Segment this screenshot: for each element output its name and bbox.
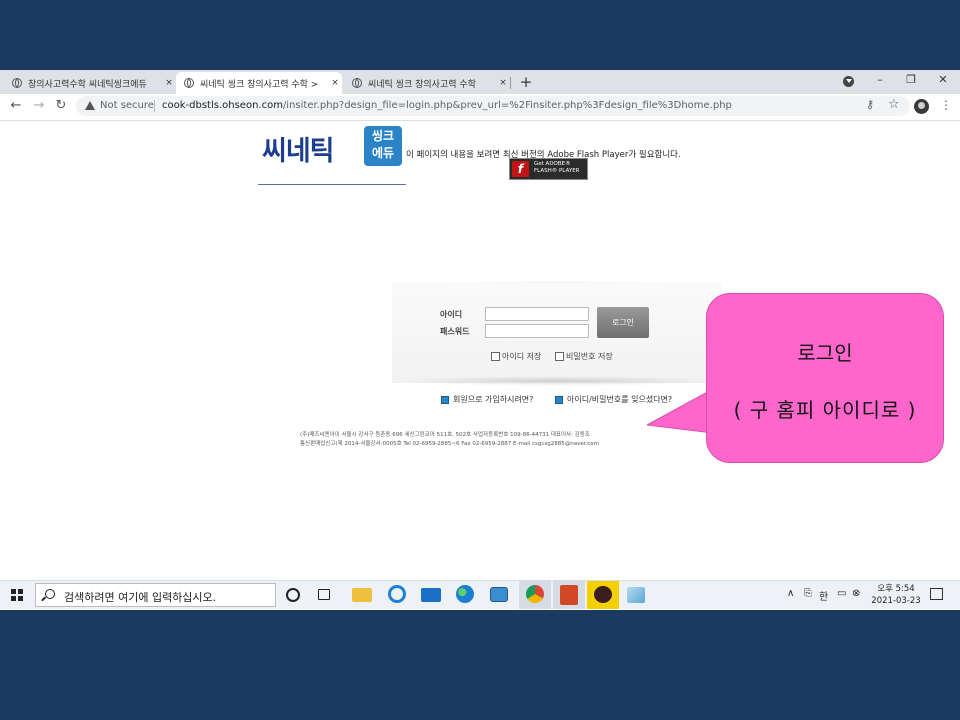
flash-badge-line2: FLASH® PLAYER <box>534 168 580 174</box>
logo-badge-line1: 씽크 <box>371 129 395 143</box>
tab-title: 씨네틱 씽크 창의사고력 수학 > <box>200 79 319 90</box>
notification-icon[interactable] <box>930 588 943 600</box>
new-tab-button[interactable]: + <box>518 73 534 91</box>
search-icon <box>45 589 55 599</box>
callout-subtitle: ( 구 홈피 아이디로 ) <box>733 398 917 422</box>
checkbox-icon[interactable] <box>491 352 500 361</box>
url-path: /insiter.php?design_file=login.php&prev_… <box>282 100 732 111</box>
logo-underline <box>258 184 406 185</box>
tab-title: 창의사고력수학 씨네틱씽크에듀 <box>28 79 147 90</box>
url-separator <box>154 100 155 112</box>
password-label: 패스워드 <box>440 327 470 336</box>
ie-icon[interactable] <box>388 585 406 603</box>
signup-link-text[interactable]: 회원으로 가입하시려면? <box>453 394 533 405</box>
security-label: Not secure <box>100 100 154 111</box>
save-id-checkbox[interactable]: 아이디 저장 <box>491 351 541 362</box>
chrome-icon[interactable] <box>526 585 544 603</box>
windows-taskbar: 검색하려면 여기에 입력하십시오. ∧ ⎘ 한 ▭ ⊗ 오후 5:54 2021… <box>0 580 960 609</box>
logo-badge-line2: 에듀 <box>371 146 395 160</box>
close-tab-icon[interactable]: × <box>162 78 176 88</box>
logo-main-text[interactable]: 씨네틱 <box>262 129 335 168</box>
key-icon[interactable]: ⚷ <box>866 98 874 111</box>
warning-icon <box>85 101 95 110</box>
close-tab-icon[interactable]: × <box>328 78 342 88</box>
callout-title: 로그인 <box>797 341 853 365</box>
menu-icon[interactable]: ⋮ <box>940 98 952 112</box>
windows-start-icon[interactable] <box>11 589 23 601</box>
tray-chevron-icon[interactable]: ∧ <box>787 588 794 599</box>
login-panel-shadow-bottom <box>395 376 720 386</box>
tab-3[interactable]: 씨네틱 씽크 창의사고력 수학 × <box>344 72 510 94</box>
profile-avatar[interactable] <box>914 99 929 114</box>
globe-icon <box>184 78 194 88</box>
mail-icon[interactable] <box>421 588 441 602</box>
tab-separator <box>510 77 511 89</box>
url-domain: cook-dbstls.ohseon.com <box>162 100 283 111</box>
callout-text: 로그인 ( 구 홈피 아이디로 ) <box>706 293 944 463</box>
footer-line1: (주)메즈씨엔아이 서울시 강서구 등촌동 696 세신그린코아 511호, 5… <box>300 432 590 438</box>
globe-icon <box>12 78 22 88</box>
clock-date: 2021-03-23 <box>871 596 921 606</box>
tray-volume-icon[interactable]: ⊗ <box>852 588 860 599</box>
login-button[interactable]: 로그인 <box>597 307 649 338</box>
globe-icon <box>352 78 362 88</box>
app-icon[interactable] <box>490 587 508 602</box>
taskbar-search-box[interactable]: 검색하려면 여기에 입력하십시오. <box>35 583 276 607</box>
checkbox-icon[interactable] <box>555 352 564 361</box>
get-flash-player-button[interactable]: f Get ADOBE® FLASH® PLAYER <box>509 158 588 180</box>
reload-button[interactable]: ↻ <box>53 98 69 114</box>
app2-icon[interactable] <box>627 587 645 603</box>
tray-ime-icon[interactable]: ⎘ <box>804 588 812 599</box>
browser-toolbar: ← → ↻ Not secure cook-dbstls.ohseon.com/… <box>0 94 960 121</box>
restore-button[interactable]: ❐ <box>896 70 926 92</box>
forward-button[interactable]: → <box>31 98 47 114</box>
tab-strip: 창의사고력수학 씨네틱씽크에듀 × 씨네틱 씽크 창의사고력 수학 > × 씨네… <box>0 70 960 94</box>
flash-badge-line1: Get ADOBE® <box>534 161 571 167</box>
close-tab-icon[interactable]: × <box>496 78 510 88</box>
back-button[interactable]: ← <box>8 98 24 114</box>
id-label: 아이디 <box>440 310 463 319</box>
file-explorer-icon[interactable] <box>352 588 372 602</box>
flash-icon: f <box>512 161 529 177</box>
taskbar-clock[interactable]: 오후 5:54 2021-03-23 <box>866 583 926 607</box>
screen: 창의사고력수학 씨네틱씽크에듀 × 씨네틱 씽크 창의사고력 수학 > × 씨네… <box>0 70 960 610</box>
page-footer: (주)메즈씨엔아이 서울시 강서구 등촌동 696 세신그린코아 511호, 5… <box>300 431 599 449</box>
save-password-label: 비밀번호 저장 <box>566 352 613 361</box>
edge-icon[interactable] <box>456 585 474 603</box>
footer-line2: 통신판매업신고(제 2014-서울강서-0005호 Tel 02-6959-28… <box>300 441 600 447</box>
tab-1[interactable]: 창의사고력수학 씨네틱씽크에듀 × <box>4 72 176 94</box>
bullet-icon <box>555 395 563 404</box>
kakaotalk-icon[interactable] <box>594 586 612 603</box>
tray-network-icon[interactable]: ▭ <box>837 588 846 599</box>
window-close-button[interactable]: ✕ <box>928 70 958 92</box>
address-bar[interactable]: Not secure cook-dbstls.ohseon.com/insite… <box>76 96 910 116</box>
signup-link[interactable]: 회원으로 가입하시려면? <box>441 394 533 405</box>
save-password-checkbox[interactable]: 비밀번호 저장 <box>555 351 613 362</box>
tray-language-icon[interactable]: 한 <box>819 588 828 603</box>
logo-badge[interactable]: 씽크 에듀 <box>364 126 402 166</box>
bullet-icon <box>441 395 449 404</box>
web-page: 씨네틱 씽크 에듀 이 페이지의 내용을 보려면 최신 버전의 Adobe Fl… <box>0 121 960 581</box>
tab-title: 씨네틱 씽크 창의사고력 수학 <box>368 79 476 90</box>
save-id-label: 아이디 저장 <box>502 352 542 361</box>
cortana-icon[interactable] <box>286 588 300 602</box>
bookmark-star-icon[interactable]: ☆ <box>888 97 900 112</box>
task-view-icon[interactable] <box>318 589 330 600</box>
flash-badge-text: Get ADOBE® FLASH® PLAYER <box>534 161 580 175</box>
minimize-button[interactable]: – <box>865 70 895 92</box>
powerpoint-icon[interactable] <box>560 585 578 605</box>
clock-time: 오후 5:54 <box>877 584 915 594</box>
tab-search-icon[interactable] <box>843 76 854 87</box>
tab-2-active[interactable]: 씨네틱 씽크 창의사고력 수학 > × <box>176 72 342 94</box>
password-input[interactable] <box>485 324 589 338</box>
url-text: cook-dbstls.ohseon.com/insiter.php?desig… <box>162 100 732 111</box>
id-input[interactable] <box>485 307 589 321</box>
taskbar-search-placeholder: 검색하려면 여기에 입력하십시오. <box>64 591 217 604</box>
